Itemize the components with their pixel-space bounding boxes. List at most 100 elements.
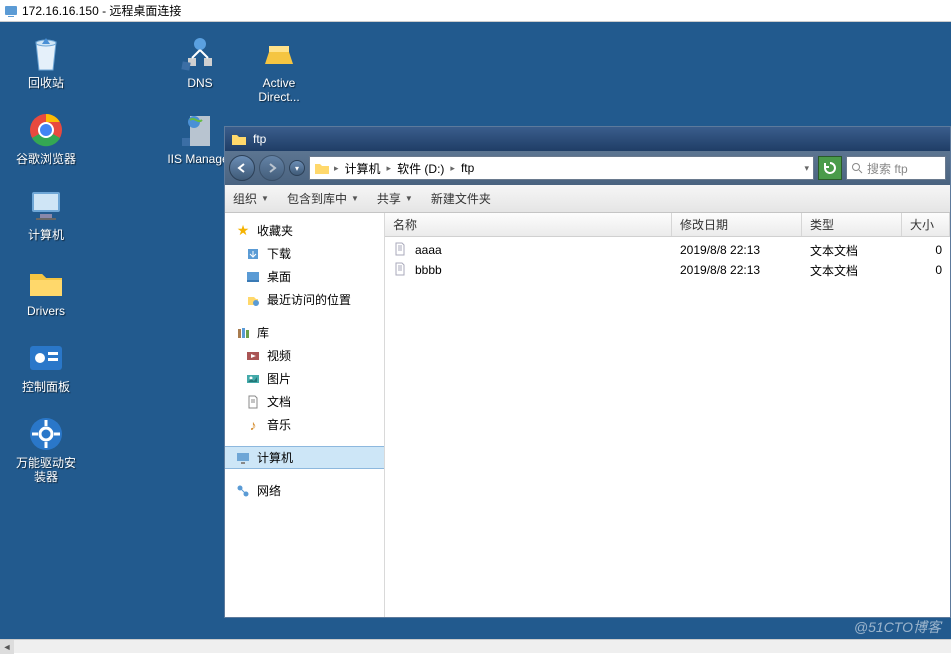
- rdp-icon: [4, 4, 18, 18]
- computer-icon: [26, 186, 66, 226]
- explorer-body: ★收藏夹 下载 桌面 最近访问的位置 库 视频 图片 文档 ♪音乐 计算机: [225, 213, 950, 617]
- desktop-icon-active-directory[interactable]: Active Direct...: [242, 32, 316, 106]
- desktop-icon-chrome[interactable]: 谷歌浏览器: [10, 108, 82, 168]
- file-list: aaaa 2019/8/8 22:13 文本文档 0 bbbb 2019/8/8…: [385, 237, 950, 617]
- desktop-label: Active Direct...: [244, 76, 314, 104]
- text-file-icon: [393, 242, 409, 258]
- col-name[interactable]: 名称: [385, 213, 672, 236]
- chevron-right-icon: ▸: [334, 163, 339, 174]
- organize-button[interactable]: 组织▼: [233, 190, 269, 207]
- control-panel-icon: [26, 338, 66, 378]
- desktop-icon-dns[interactable]: DNS: [160, 32, 240, 92]
- recent-icon: [245, 292, 261, 308]
- rdp-title: 172.16.16.150 - 远程桌面连接: [22, 2, 181, 19]
- watermark: @51CTO博客: [854, 617, 941, 637]
- explorer-title-text: ftp: [253, 132, 266, 146]
- chrome-icon: [26, 110, 66, 150]
- gear-icon: [26, 414, 66, 454]
- desktop-label: 万能驱动安装器: [12, 456, 80, 484]
- active-directory-icon: [259, 34, 299, 74]
- file-row[interactable]: aaaa 2019/8/8 22:13 文本文档 0: [385, 240, 950, 260]
- chevron-down-icon[interactable]: ▾: [804, 163, 809, 174]
- computer-icon: [235, 450, 251, 466]
- refresh-button[interactable]: [818, 156, 842, 180]
- download-icon: [245, 246, 261, 262]
- search-placeholder: 搜索 ftp: [867, 160, 908, 177]
- explorer-sidebar: ★收藏夹 下载 桌面 最近访问的位置 库 视频 图片 文档 ♪音乐 计算机: [225, 213, 385, 617]
- share-button[interactable]: 共享▼: [377, 190, 413, 207]
- chevron-down-icon: ▼: [261, 194, 269, 203]
- picture-icon: [245, 371, 261, 387]
- folder-icon: [314, 160, 330, 176]
- desktop-icons-col1: 回收站 谷歌浏览器 计算机 Drivers 控制面板 万能驱动安装器: [10, 32, 82, 486]
- sidebar-item-documents[interactable]: 文档: [225, 390, 384, 413]
- sidebar-computer[interactable]: 计算机: [225, 446, 384, 469]
- desktop-label: Drivers: [27, 304, 65, 318]
- library-icon: [235, 325, 251, 341]
- explorer-navbar: ▾ ▸ 计算机 ▸ 软件 (D:) ▸ ftp ▾ 搜索 ftp: [225, 151, 950, 185]
- new-folder-button[interactable]: 新建文件夹: [431, 190, 491, 207]
- search-icon: [851, 162, 863, 174]
- network-icon: [235, 483, 251, 499]
- sidebar-item-pictures[interactable]: 图片: [225, 367, 384, 390]
- sidebar-item-downloads[interactable]: 下载: [225, 242, 384, 265]
- sidebar-network[interactable]: 网络: [225, 479, 384, 502]
- desktop-icon-control-panel[interactable]: 控制面板: [10, 336, 82, 396]
- desktop-icon-computer[interactable]: 计算机: [10, 184, 82, 244]
- desktop-label: 谷歌浏览器: [16, 152, 76, 166]
- desktop-icon-recycle-bin[interactable]: 回收站: [10, 32, 82, 92]
- back-button[interactable]: [229, 155, 255, 181]
- chevron-right-icon: ▸: [387, 163, 392, 174]
- col-type[interactable]: 类型: [802, 213, 902, 236]
- column-headers: 名称 修改日期 类型 大小: [385, 213, 950, 237]
- chevron-right-icon: ▸: [450, 163, 455, 174]
- iis-icon: [180, 110, 220, 150]
- rdp-titlebar: 172.16.16.150 - 远程桌面连接: [0, 0, 951, 22]
- desktop-label: 回收站: [28, 76, 64, 90]
- desktop-icon: [245, 269, 261, 285]
- sidebar-favorites[interactable]: ★收藏夹: [225, 219, 384, 242]
- chevron-down-icon: ▼: [351, 194, 359, 203]
- file-area: 名称 修改日期 类型 大小 aaaa 2019/8/8 22:13 文本文档 0: [385, 213, 950, 617]
- document-icon: [245, 394, 261, 410]
- desktop-label: 控制面板: [22, 380, 70, 394]
- breadcrumb-segment[interactable]: 计算机: [343, 160, 383, 177]
- col-date[interactable]: 修改日期: [672, 213, 802, 236]
- explorer-titlebar[interactable]: ftp: [225, 127, 950, 151]
- recycle-bin-icon: [26, 34, 66, 74]
- desktop-label: IIS Manager: [167, 152, 232, 166]
- desktop-label: DNS: [187, 76, 212, 90]
- desktop-label: 计算机: [28, 228, 64, 242]
- video-icon: [245, 348, 261, 364]
- sidebar-item-music[interactable]: ♪音乐: [225, 413, 384, 436]
- sidebar-libraries[interactable]: 库: [225, 321, 384, 344]
- sidebar-item-recent[interactable]: 最近访问的位置: [225, 288, 384, 311]
- dns-icon: [180, 34, 220, 74]
- star-icon: ★: [235, 223, 251, 239]
- address-bar[interactable]: ▸ 计算机 ▸ 软件 (D:) ▸ ftp ▾: [309, 156, 814, 180]
- history-dropdown[interactable]: ▾: [289, 160, 305, 176]
- desktop-icon-driver-installer[interactable]: 万能驱动安装器: [10, 412, 82, 486]
- breadcrumb-segment[interactable]: ftp: [459, 161, 476, 175]
- breadcrumb-segment[interactable]: 软件 (D:): [395, 160, 446, 177]
- rdp-window: 172.16.16.150 - 远程桌面连接 回收站 谷歌浏览器 计算机 Dri…: [0, 0, 951, 653]
- explorer-window: ftp ▾ ▸ 计算机 ▸ 软件 (D:) ▸ ftp ▾: [224, 126, 951, 618]
- scroll-left-arrow[interactable]: ◄: [0, 640, 14, 654]
- folder-icon: [26, 262, 66, 302]
- include-button[interactable]: 包含到库中▼: [287, 190, 359, 207]
- sidebar-item-videos[interactable]: 视频: [225, 344, 384, 367]
- music-icon: ♪: [245, 417, 261, 433]
- col-size[interactable]: 大小: [902, 213, 950, 236]
- desktop: 回收站 谷歌浏览器 计算机 Drivers 控制面板 万能驱动安装器: [0, 22, 951, 653]
- desktop-icon-drivers[interactable]: Drivers: [10, 260, 82, 320]
- chevron-down-icon: ▼: [405, 194, 413, 203]
- sidebar-item-desktop[interactable]: 桌面: [225, 265, 384, 288]
- file-row[interactable]: bbbb 2019/8/8 22:13 文本文档 0: [385, 260, 950, 280]
- folder-icon: [231, 131, 247, 147]
- search-input[interactable]: 搜索 ftp: [846, 156, 946, 180]
- text-file-icon: [393, 262, 409, 278]
- horizontal-scrollbar[interactable]: ◄: [0, 639, 951, 653]
- explorer-toolbar: 组织▼ 包含到库中▼ 共享▼ 新建文件夹: [225, 185, 950, 213]
- forward-button[interactable]: [259, 155, 285, 181]
- desktop-icons-col3: Active Direct...: [242, 32, 316, 106]
